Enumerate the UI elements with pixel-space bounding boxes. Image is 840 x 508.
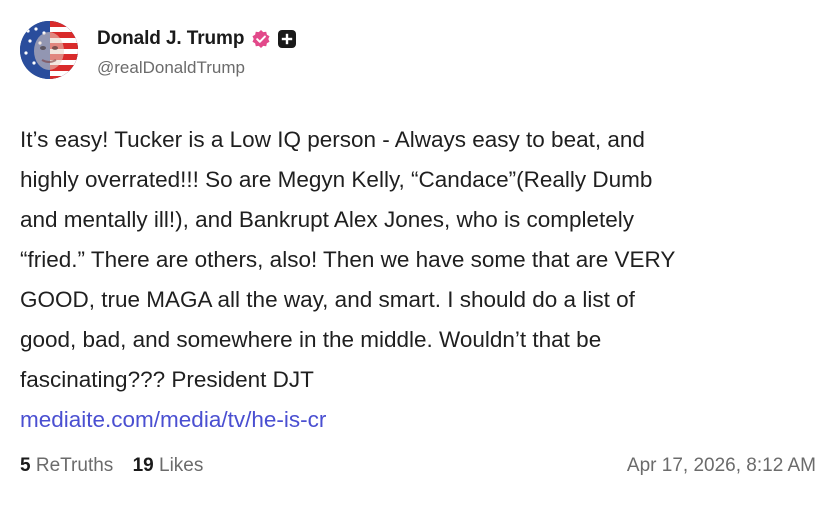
post-link[interactable]: mediaite.com/media/tv/he-is-cr: [20, 400, 820, 440]
post-timestamp[interactable]: Apr 17, 2026, 8:12 AM: [627, 455, 816, 477]
likes-label: Likes: [159, 455, 204, 476]
retruths-stat[interactable]: 5 ReTruths: [20, 455, 113, 476]
retruths-label: ReTruths: [35, 455, 114, 476]
post-stats: 5 ReTruths 19 Likes: [20, 455, 217, 477]
author-handle[interactable]: @realDonaldTrump: [97, 58, 597, 78]
post-card: Donald J. Trump @realDonaldTrump It’s ea…: [0, 0, 840, 508]
likes-stat[interactable]: 19 Likes: [133, 455, 204, 476]
name-row: Donald J. Trump: [97, 26, 597, 52]
post-body: It’s easy! Tucker is a Low IQ person - A…: [20, 120, 820, 440]
avatar[interactable]: [20, 21, 78, 79]
retruths-count: 5: [20, 455, 31, 476]
display-name[interactable]: Donald J. Trump: [97, 28, 244, 50]
post-text-line: good, bad, and somewhere in the middle. …: [20, 327, 602, 352]
likes-count: 19: [132, 455, 154, 476]
author-block: Donald J. Trump @realDonaldTrump: [97, 26, 597, 78]
post-text-line: “fried.” There are others, also! Then we…: [20, 247, 676, 272]
post-text-line: and mentally ill!), and Bankrupt Alex Jo…: [20, 207, 635, 232]
post-text-line: GOOD, true MAGA all the way, and smart. …: [20, 287, 635, 312]
flag-face-avatar: [20, 21, 78, 79]
verified-badge-icon: [251, 29, 271, 49]
post-text-line: highly overrated!!! So are Megyn Kelly, …: [20, 167, 653, 192]
post-text-line: fascinating??? President DJT: [20, 367, 314, 392]
post-text-line: It’s easy! Tucker is a Low IQ person - A…: [20, 127, 645, 152]
plus-badge-icon: [277, 29, 297, 49]
